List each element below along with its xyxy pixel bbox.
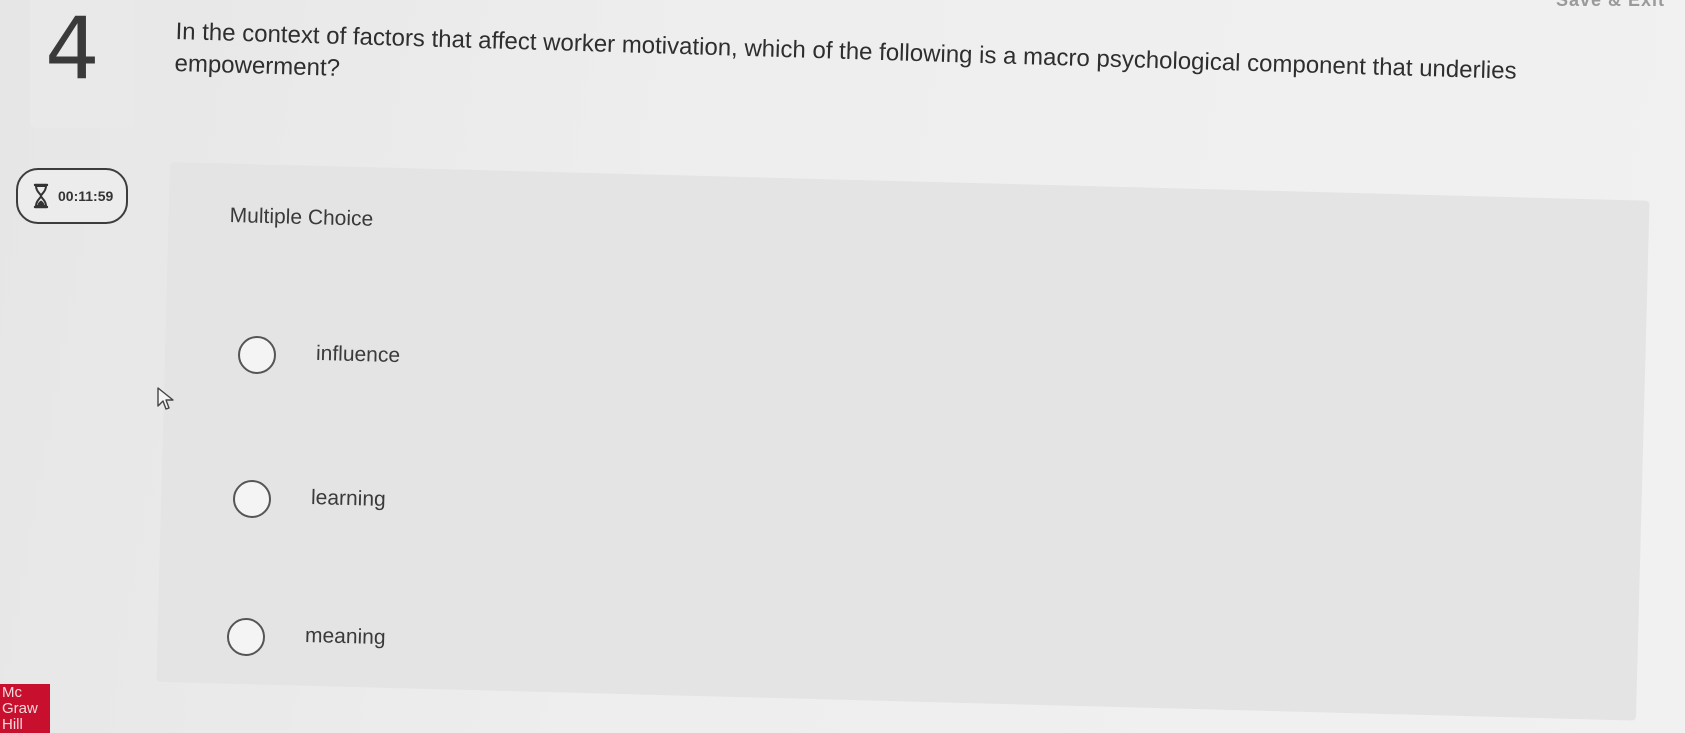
answer-option-label: meaning — [304, 623, 386, 650]
quiz-page: Save & Exit 4 In the context of factors … — [0, 0, 1685, 733]
question-text: In the context of factors that affect wo… — [174, 17, 1517, 85]
question-number: 4 — [45, 0, 100, 99]
timer-value: 00:11:59 — [58, 188, 114, 204]
question-type-label: Multiple Choice — [229, 204, 374, 231]
logo-line: Hill — [2, 716, 23, 733]
answer-option-label: learning — [310, 486, 387, 511]
hourglass-icon — [33, 183, 49, 209]
answer-option-meaning[interactable]: meaning — [227, 618, 386, 656]
answer-option-label: influence — [315, 341, 401, 368]
mcgraw-hill-logo: Mc Graw Hill — [0, 684, 50, 733]
logo-line: Mc — [2, 684, 22, 701]
answer-option-learning[interactable]: learning — [233, 480, 386, 518]
logo-line: Graw — [2, 700, 38, 717]
radio-button[interactable] — [227, 618, 265, 656]
timer-badge[interactable]: 00:11:59 — [16, 168, 128, 224]
radio-button[interactable] — [233, 480, 271, 518]
radio-button[interactable] — [238, 336, 276, 374]
answer-option-influence[interactable]: influence — [238, 336, 400, 374]
save-exit-link[interactable]: Save & Exit — [1556, 0, 1665, 11]
mouse-cursor-icon — [157, 387, 174, 410]
